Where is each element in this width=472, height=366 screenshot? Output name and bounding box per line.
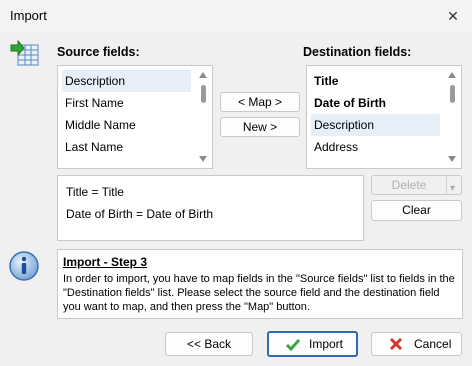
list-item[interactable]: Address (311, 136, 440, 158)
cancel-label: Cancel (414, 337, 452, 351)
clear-button[interactable]: Clear (371, 200, 462, 221)
scroll-thumb[interactable] (201, 85, 206, 103)
list-item[interactable]: First Name (62, 92, 191, 114)
scroll-down-icon[interactable] (448, 156, 456, 162)
red-x-icon (388, 336, 404, 355)
scroll-thumb[interactable] (450, 85, 455, 103)
delete-button: Delete ▾ (371, 175, 462, 195)
list-item[interactable]: Middle Name (62, 114, 191, 136)
scroll-up-icon[interactable] (199, 72, 207, 78)
close-icon[interactable]: ✕ (443, 6, 463, 26)
list-item[interactable]: Last Name (62, 136, 191, 158)
import-table-icon (10, 39, 40, 67)
split-divider (446, 176, 447, 194)
info-heading: Import - Step 3 (63, 255, 148, 269)
info-panel: Import - Step 3 In order to import, you … (57, 249, 463, 319)
list-item[interactable]: Title (311, 70, 440, 92)
source-fields-label: Source fields: (57, 45, 140, 59)
destination-fields-label: Destination fields: (303, 45, 412, 59)
mappings-list[interactable]: Title = Title Date of Birth = Date of Bi… (57, 175, 364, 241)
list-item[interactable]: Description (62, 70, 191, 92)
list-item[interactable]: Description (311, 114, 440, 136)
check-icon (285, 337, 301, 356)
cancel-button[interactable]: Cancel (371, 332, 462, 356)
scroll-down-icon[interactable] (199, 156, 207, 162)
info-text: In order to import, you have to map fiel… (63, 273, 455, 313)
title-bar (0, 0, 472, 32)
list-item[interactable]: Date of Birth (311, 92, 440, 114)
back-button[interactable]: << Back (165, 332, 253, 356)
delete-label: Delete (391, 178, 427, 192)
destination-fields-list[interactable]: Title Date of Birth Description Address (306, 65, 462, 169)
scroll-up-icon[interactable] (448, 72, 456, 78)
info-icon (8, 250, 40, 282)
mapping-item[interactable]: Date of Birth = Date of Birth (63, 203, 213, 225)
mapping-item[interactable]: Title = Title (63, 181, 124, 203)
map-button[interactable]: < Map > (220, 92, 300, 112)
import-label: Import (309, 337, 344, 351)
scrollbar[interactable] (196, 67, 211, 167)
new-button[interactable]: New > (220, 117, 300, 137)
source-fields-list[interactable]: Description First Name Middle Name Last … (57, 65, 213, 169)
scrollbar[interactable] (445, 67, 460, 167)
window-title: Import (10, 8, 47, 23)
import-button[interactable]: Import (267, 331, 358, 357)
chevron-down-icon: ▾ (450, 183, 456, 194)
